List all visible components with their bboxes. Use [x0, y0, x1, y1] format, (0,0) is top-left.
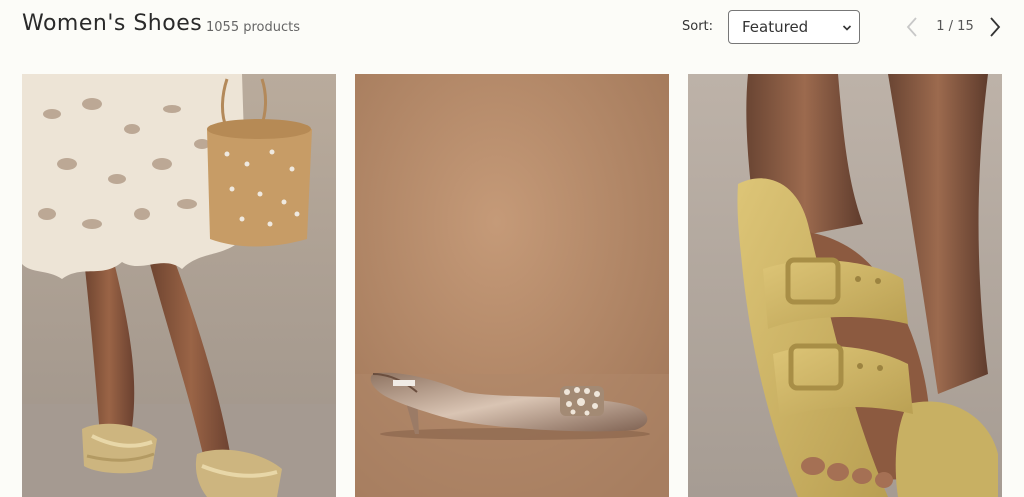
product-card[interactable] [688, 74, 1002, 497]
sort-dropdown[interactable]: Featured [728, 10, 860, 44]
page-indicator: 1 / 15 [936, 19, 974, 34]
sort-label: Sort: [682, 19, 714, 34]
page-title: Women's Shoes [22, 11, 203, 36]
product-count: 1055 products [206, 20, 300, 35]
listing-header: Women's Shoes 1055 products Sort: Featur… [0, 0, 1024, 60]
chevron-down-icon [842, 25, 852, 31]
product-card[interactable] [22, 74, 336, 497]
product-image[interactable] [355, 74, 669, 497]
product-card[interactable] [355, 74, 669, 497]
next-page-icon[interactable] [986, 14, 1004, 40]
product-image[interactable] [22, 74, 336, 497]
previous-page-icon[interactable] [903, 14, 921, 40]
sort-selected-value: Featured [742, 18, 809, 36]
product-image[interactable] [688, 74, 1002, 497]
